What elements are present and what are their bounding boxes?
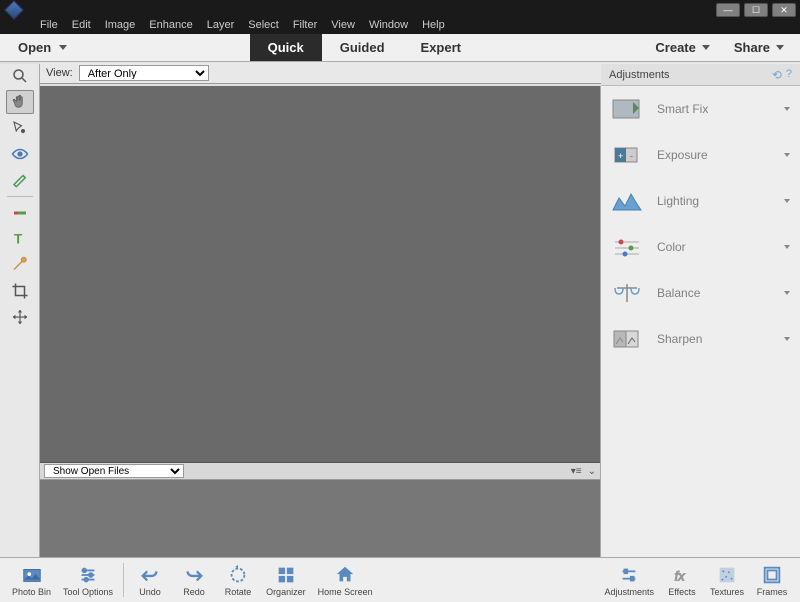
tab-quick[interactable]: Quick: [250, 34, 322, 61]
open-button[interactable]: Open: [0, 40, 85, 55]
exposure-icon: +-: [611, 142, 643, 168]
tab-expert[interactable]: Expert: [403, 34, 479, 61]
balance-icon: [611, 280, 643, 306]
frames-icon: [761, 564, 783, 586]
menu-help[interactable]: Help: [422, 19, 445, 31]
minimize-button[interactable]: —: [716, 3, 740, 17]
menu-image[interactable]: Image: [105, 19, 136, 31]
color-icon: [611, 234, 643, 260]
chevron-down-icon: [784, 337, 790, 341]
tool-zoom[interactable]: [6, 64, 34, 88]
adjustment-exposure[interactable]: +-Exposure: [601, 132, 800, 178]
view-label: View:: [46, 67, 73, 79]
chevron-down-icon: [784, 199, 790, 203]
menu-filter[interactable]: Filter: [293, 19, 317, 31]
adjustment-lighting[interactable]: Lighting: [601, 178, 800, 224]
reset-icon[interactable]: ⟲: [772, 68, 782, 82]
undo-icon: [139, 564, 161, 586]
help-icon[interactable]: ?: [786, 68, 792, 82]
app-logo: [4, 2, 24, 18]
chevron-down-icon: [784, 107, 790, 111]
tooloptions-icon: [77, 564, 99, 586]
effects-icon: fx: [671, 564, 693, 586]
bb-textures[interactable]: Textures: [704, 564, 750, 597]
adjustments-header: Adjustments ⟲ ?: [601, 64, 800, 86]
photo-bin: Show Open Files ▾≡ ⌄: [40, 462, 600, 557]
chevron-down-icon: [784, 245, 790, 249]
bin-collapse-icon[interactable]: ⌄: [588, 466, 596, 477]
menu-select[interactable]: Select: [248, 19, 279, 31]
bb-photobin[interactable]: Photo Bin: [6, 564, 57, 597]
sharpen-icon: [611, 326, 643, 352]
bb-tooloptions[interactable]: Tool Options: [57, 564, 119, 597]
photobin-icon: [21, 564, 43, 586]
chevron-down-icon: [776, 45, 784, 50]
bb-redo[interactable]: Redo: [172, 564, 216, 597]
close-button[interactable]: ✕: [772, 3, 796, 17]
adjustments-icon: [618, 564, 640, 586]
adjustments-panel: Adjustments ⟲ ? Smart Fix+-ExposureLight…: [600, 86, 800, 557]
separator: [123, 563, 124, 597]
adjustment-balance[interactable]: Balance: [601, 270, 800, 316]
bb-home[interactable]: Home Screen: [312, 564, 379, 597]
bb-undo[interactable]: Undo: [128, 564, 172, 597]
svg-text:fx: fx: [675, 568, 686, 583]
bb-adjustments[interactable]: Adjustments: [598, 564, 660, 597]
photo-bin-header: Show Open Files ▾≡ ⌄: [40, 463, 600, 480]
menu-file[interactable]: File: [40, 19, 58, 31]
lighting-icon: [611, 188, 643, 214]
bb-frames[interactable]: Frames: [750, 564, 794, 597]
chevron-down-icon: [702, 45, 710, 50]
mode-tabs: QuickGuidedExpert: [250, 34, 479, 61]
create-button[interactable]: Create: [643, 40, 721, 55]
photo-bin-select[interactable]: Show Open Files: [44, 464, 184, 478]
redo-icon: [183, 564, 205, 586]
organizer-icon: [275, 564, 297, 586]
title-bar: — ☐ ✕: [0, 0, 800, 20]
menu-layer[interactable]: Layer: [207, 19, 235, 31]
mode-bar: Open QuickGuidedExpert Create Share: [0, 34, 800, 62]
bb-effects[interactable]: fxEffects: [660, 564, 704, 597]
chevron-down-icon: [784, 291, 790, 295]
svg-text:-: -: [630, 151, 633, 161]
bb-organizer[interactable]: Organizer: [260, 564, 312, 597]
home-icon: [334, 564, 356, 586]
chevron-down-icon: [59, 45, 67, 50]
svg-text:+: +: [618, 151, 623, 161]
adjustment-sharpen[interactable]: Sharpen: [601, 316, 800, 362]
bottom-bar: Photo BinTool Options UndoRedoRotateOrga…: [0, 557, 800, 602]
menu-bar: File Edit Image Enhance Layer Select Filter Vie…: [0, 18, 800, 34]
adjustment-smartfix[interactable]: Smart Fix: [601, 86, 800, 132]
textures-icon: [716, 564, 738, 586]
menu-edit[interactable]: Edit: [72, 19, 91, 31]
maximize-button[interactable]: ☐: [744, 3, 768, 17]
share-button[interactable]: Share: [722, 40, 796, 55]
chevron-down-icon: [784, 153, 790, 157]
smartfix-icon: [611, 96, 643, 122]
adjustment-color[interactable]: Color: [601, 224, 800, 270]
menu-enhance[interactable]: Enhance: [149, 19, 192, 31]
tab-guided[interactable]: Guided: [322, 34, 403, 61]
rotate-icon: [227, 564, 249, 586]
menu-view[interactable]: View: [331, 19, 355, 31]
view-select[interactable]: After Only: [79, 65, 209, 81]
bin-menu-icon[interactable]: ▾≡: [571, 466, 582, 477]
bb-rotate[interactable]: Rotate: [216, 564, 260, 597]
menu-window[interactable]: Window: [369, 19, 408, 31]
